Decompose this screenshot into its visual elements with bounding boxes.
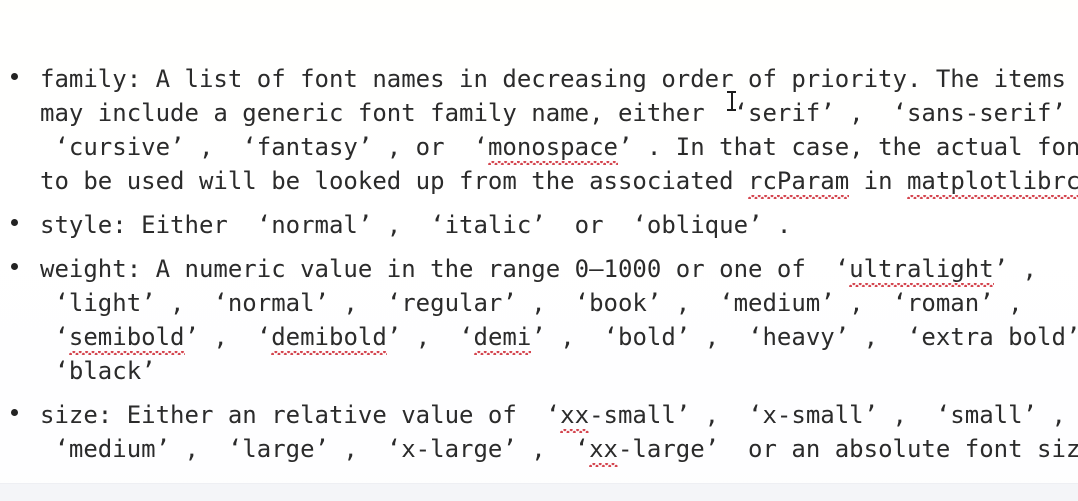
text-line: may include a generic font family name, … [40,96,1078,130]
misspelled-word-matplotlibrc: matplotlibrc. [906,164,1078,199]
text-run: style: Either ‘normal’ , ‘italic’ or ‘ob… [40,211,792,239]
misspelled-word-rcparam: rcParam [748,164,850,199]
misspelled-word-monospace: monospace [487,130,619,165]
text-line: size: Either an relative value of ‘xx-sm… [40,398,1078,433]
page-bottom-edge [0,483,1078,501]
text-run: ’ , ‘ [386,323,474,351]
text-line: style: Either ‘normal’ , ‘italic’ or ‘ob… [40,208,1078,242]
text-run: -large’ or an absolute font size, [617,435,1078,463]
text-line: ‘cursive’ , ‘fantasy’ , or ‘monospace’ .… [40,130,1078,165]
text-run: ‘ [40,323,69,351]
text-run: to be used will be looked up from the as… [40,167,749,195]
bullet-dot-icon [11,409,18,416]
list-item-weight: weight: A numeric value in the range 0–1… [0,252,1078,388]
misspelled-word-xx-small: xx [560,398,589,433]
text-run: size: Either an relative value of ‘ [40,401,561,429]
text-line: to be used will be looked up from the as… [40,164,1078,199]
text-line: ‘black’ [40,354,1078,388]
document-content[interactable]: family: A list of font names in decreasi… [0,0,1078,501]
text-run: ’ . In that case, the actual font [617,133,1078,161]
text-run: family: A list of font names in decreasi… [40,65,1066,93]
text-line: ‘light’ , ‘normal’ , ‘regular’ , ‘book’ … [40,286,1078,320]
text-run: weight: A numeric value in the range 0–1… [40,255,850,283]
text-run: ’ , ‘ [184,323,272,351]
document-page: family: A list of font names in decreasi… [0,0,1078,501]
text-run: ‘cursive’ , ‘fantasy’ , or ‘ [40,133,488,161]
text-line: family: A list of font names in decreasi… [40,62,1078,96]
text-run: in [849,167,907,195]
text-run: ‘medium’ , ‘large’ , ‘x-large’ , ‘ [40,435,590,463]
text-run: ‘light’ , ‘normal’ , ‘regular’ , ‘book’ … [40,289,1023,317]
text-run: ’ , ‘bold’ , ‘heavy’ , ‘extra bold’ , [531,323,1078,351]
text-run: ‘black’ [40,357,156,385]
text-run: may include a generic font family name, … [40,99,1078,127]
text-line: ‘medium’ , ‘large’ , ‘x-large’ , ‘xx-lar… [40,432,1078,467]
bullet-dot-icon [11,263,18,270]
list-item-style: style: Either ‘normal’ , ‘italic’ or ‘ob… [0,208,1078,242]
misspelled-word-xx-large: xx [589,432,618,467]
misspelled-word-demi: demi [473,320,531,355]
bullet-dot-icon [11,219,18,226]
text-line: weight: A numeric value in the range 0–1… [40,252,1078,287]
misspelled-word-demibold: demibold [271,320,387,355]
bullet-dot-icon [11,73,18,80]
text-run: -small’ , ‘x-small’ , ‘small’ , [589,401,1066,429]
text-run: ’ , [993,255,1038,283]
misspelled-word-semibold: semibold [68,320,185,355]
text-line: ‘semibold’ , ‘demibold’ , ‘demi’ , ‘bold… [40,320,1078,355]
list-item-size: size: Either an relative value of ‘xx-sm… [0,398,1078,467]
font-property-list: family: A list of font names in decreasi… [0,62,1078,467]
list-item-family: family: A list of font names in decreasi… [0,62,1078,199]
misspelled-word-ultralight: ultralight [849,252,994,287]
